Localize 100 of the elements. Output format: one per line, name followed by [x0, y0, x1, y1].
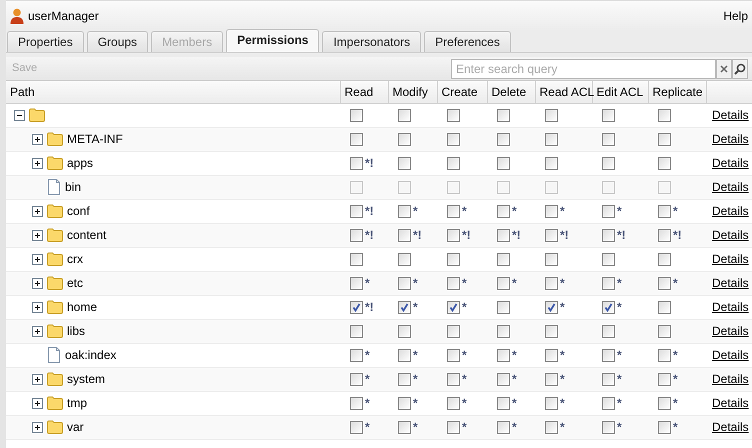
checkbox[interactable]: [545, 228, 558, 242]
checkbox[interactable]: [658, 276, 671, 290]
checkbox[interactable]: [602, 252, 615, 266]
checkbox[interactable]: [545, 204, 558, 218]
search-field[interactable]: Enter search query: [451, 58, 716, 78]
checkbox[interactable]: [658, 372, 671, 386]
checkbox[interactable]: [398, 420, 411, 434]
checkbox[interactable]: [602, 300, 615, 314]
checkbox[interactable]: [545, 252, 558, 266]
details-link[interactable]: Details: [712, 252, 749, 266]
checkbox[interactable]: [447, 156, 460, 170]
details-link[interactable]: Details: [712, 300, 749, 314]
checkbox[interactable]: [497, 300, 510, 314]
column-header[interactable]: Modify: [388, 81, 437, 103]
plus-box-icon[interactable]: [32, 206, 43, 216]
details-link[interactable]: Details: [712, 396, 749, 410]
checkbox[interactable]: [658, 396, 671, 410]
node-name[interactable]: content: [67, 226, 106, 244]
checkbox[interactable]: [350, 108, 363, 122]
checkbox[interactable]: [545, 300, 558, 314]
checkbox[interactable]: [497, 276, 510, 290]
checkbox[interactable]: [447, 132, 460, 146]
checkbox[interactable]: [447, 276, 460, 290]
checkbox[interactable]: [545, 348, 558, 362]
checkbox[interactable]: [447, 108, 460, 122]
checkbox[interactable]: [497, 108, 510, 122]
node-name[interactable]: etc: [67, 274, 84, 292]
checkbox[interactable]: [398, 108, 411, 122]
search-button[interactable]: [732, 58, 748, 78]
checkbox[interactable]: [497, 252, 510, 266]
checkbox[interactable]: [545, 420, 558, 434]
minus-box-icon[interactable]: [14, 110, 25, 120]
node-name[interactable]: crx: [67, 250, 83, 268]
checkbox[interactable]: [658, 300, 671, 314]
checkbox[interactable]: [545, 132, 558, 146]
checkbox[interactable]: [602, 324, 615, 338]
checkbox[interactable]: [545, 108, 558, 122]
checkbox[interactable]: [398, 132, 411, 146]
checkbox[interactable]: [602, 276, 615, 290]
checkbox[interactable]: [350, 348, 363, 362]
checkbox[interactable]: [398, 372, 411, 386]
tab[interactable]: Permissions: [226, 29, 320, 52]
checkbox[interactable]: [497, 396, 510, 410]
checkbox[interactable]: [602, 420, 615, 434]
checkbox[interactable]: [497, 372, 510, 386]
checkbox[interactable]: [658, 420, 671, 434]
checkbox[interactable]: [350, 276, 363, 290]
checkbox[interactable]: [658, 204, 671, 218]
checkbox[interactable]: [447, 228, 460, 242]
column-header[interactable]: Read ACL: [535, 81, 592, 103]
node-name[interactable]: tmp: [67, 394, 88, 412]
column-header[interactable]: Replicate: [648, 81, 706, 103]
node-name[interactable]: home: [67, 298, 98, 316]
checkbox[interactable]: [497, 348, 510, 362]
checkbox[interactable]: [602, 108, 615, 122]
checkbox[interactable]: [398, 156, 411, 170]
checkbox[interactable]: [497, 324, 510, 338]
column-header[interactable]: Read: [340, 81, 388, 103]
checkbox[interactable]: [545, 372, 558, 386]
details-link[interactable]: Details: [712, 204, 749, 218]
checkbox[interactable]: [602, 228, 615, 242]
plus-box-icon[interactable]: [32, 254, 43, 264]
checkbox[interactable]: [447, 348, 460, 362]
checkbox[interactable]: [602, 372, 615, 386]
checkbox[interactable]: [350, 204, 363, 218]
plus-box-icon[interactable]: [32, 374, 43, 384]
node-name[interactable]: conf: [67, 202, 90, 220]
checkbox[interactable]: [658, 156, 671, 170]
checkbox[interactable]: [398, 324, 411, 338]
checkbox[interactable]: [447, 252, 460, 266]
checkbox[interactable]: [658, 252, 671, 266]
node-name[interactable]: apps: [67, 154, 94, 172]
checkbox[interactable]: [447, 396, 460, 410]
checkbox[interactable]: [350, 324, 363, 338]
checkbox[interactable]: [398, 228, 411, 242]
checkbox[interactable]: [350, 228, 363, 242]
details-link[interactable]: Details: [712, 156, 749, 170]
checkbox[interactable]: [545, 396, 558, 410]
checkbox[interactable]: [545, 156, 558, 170]
node-name[interactable]: META-INF: [67, 130, 123, 148]
plus-box-icon[interactable]: [32, 422, 43, 432]
checkbox[interactable]: [602, 348, 615, 362]
tab[interactable]: Groups: [86, 31, 148, 52]
checkbox[interactable]: [658, 348, 671, 362]
checkbox[interactable]: [350, 372, 363, 386]
node-name[interactable]: oak:index: [65, 346, 116, 364]
checkbox[interactable]: [658, 108, 671, 122]
checkbox[interactable]: [350, 420, 363, 434]
checkbox[interactable]: [350, 252, 363, 266]
node-name[interactable]: var: [67, 418, 84, 436]
checkbox[interactable]: [602, 396, 615, 410]
checkbox[interactable]: [497, 420, 510, 434]
plus-box-icon[interactable]: [32, 158, 43, 168]
details-link[interactable]: Details: [712, 108, 749, 122]
checkbox[interactable]: [447, 372, 460, 386]
tab[interactable]: Properties: [7, 31, 84, 52]
checkbox[interactable]: [350, 396, 363, 410]
checkbox[interactable]: [447, 420, 460, 434]
plus-box-icon[interactable]: [32, 326, 43, 336]
plus-box-icon[interactable]: [32, 398, 43, 408]
